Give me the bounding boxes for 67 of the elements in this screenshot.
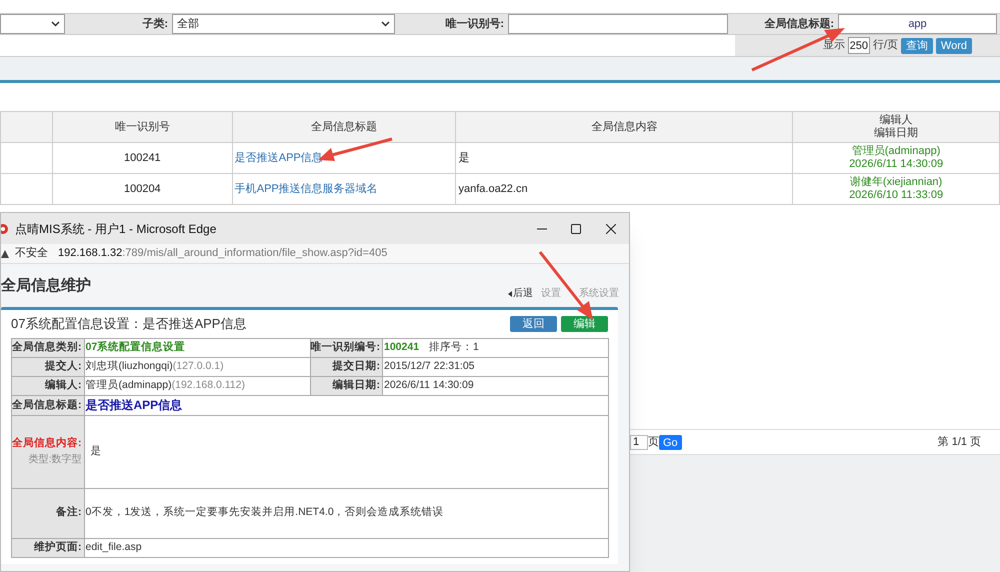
field-value: 刘忠琪(liuzhongqi) xyxy=(86,360,173,372)
field-label: 编辑人: xyxy=(45,379,82,392)
field-label: 提交人: xyxy=(45,360,82,372)
window-title: 点晴MIS系统 - 用户1 - Microsoft Edge xyxy=(15,220,216,238)
page-size-label: 行/页 xyxy=(872,38,898,54)
maximize-icon xyxy=(571,224,581,234)
page-size-label: 显示 xyxy=(822,38,845,54)
panel-title: 07系统配置信息设置：是否推送APP信息 xyxy=(11,315,246,334)
search-button[interactable]: Word xyxy=(936,38,972,54)
table-cell: 是 xyxy=(456,142,793,174)
page-size-input[interactable]: 250 xyxy=(848,37,870,54)
chevron-down-icon xyxy=(51,21,60,27)
field-value: 07系统配置信息设置 xyxy=(86,341,186,354)
input-field[interactable]: app xyxy=(838,14,997,34)
address-url[interactable]: 192.168.1.32:789/mis/all_around_information/file_show.asp?id=405 xyxy=(58,245,388,262)
table-cell xyxy=(0,142,52,174)
breadcrumb-link[interactable]: 系统设置 xyxy=(579,286,619,301)
page-summary: 第 1/1 页 xyxy=(938,434,982,450)
field-value: 100241 xyxy=(384,341,420,354)
column-header: 全局信息内容 xyxy=(456,112,793,142)
back-link[interactable]: 后退 xyxy=(508,286,533,301)
field-label: 备注: xyxy=(56,506,82,518)
field-value: edit_file.asp xyxy=(86,540,142,553)
select-field[interactable]: 全部 xyxy=(172,14,395,34)
field-label: 提交日期: xyxy=(332,360,380,372)
input-field[interactable] xyxy=(508,14,728,34)
back-button[interactable]: 返回 xyxy=(510,316,557,332)
select-field[interactable] xyxy=(0,14,65,34)
field-extra: (127.0.0.1) xyxy=(172,360,224,372)
column-header: 编辑人 编辑日期 xyxy=(792,112,1000,142)
close-icon xyxy=(606,224,616,234)
filter-label: 子类: xyxy=(141,16,169,32)
select-value: 全部 xyxy=(177,16,199,32)
warning-icon xyxy=(1,250,9,258)
field-value: 2026/6/11 14:30:09 xyxy=(384,379,474,392)
field-label: 维护页面: xyxy=(34,540,82,553)
go-button[interactable]: Go xyxy=(659,434,682,450)
title-link[interactable]: 是否推送APP信息 xyxy=(234,152,323,164)
edit-button[interactable]: 编辑 xyxy=(561,316,608,332)
field-label: 全局信息类别: xyxy=(12,341,82,354)
filter-label: 全局信息标题: xyxy=(763,16,835,32)
field-value: 管理员(adminapp) xyxy=(86,379,172,392)
chevron-down-icon xyxy=(381,21,390,27)
filter-label: 唯一识别号: xyxy=(444,16,505,32)
column-header: 唯一识别号 xyxy=(52,112,232,142)
field-value: 0不发，1发送，系统一定要事先安装并启用.NET4.0，否则会造成系统错误 xyxy=(86,506,444,518)
page-input[interactable]: 1 xyxy=(630,434,648,450)
search-button[interactable]: 查询 xyxy=(900,38,933,54)
table-cell: 管理员(adminapp) 2026/6/11 14:30:09 xyxy=(792,142,1000,174)
field-label: 全局信息内容: xyxy=(12,436,82,452)
page-heading: 全局信息维护 xyxy=(1,276,91,296)
security-label: 不安全 xyxy=(15,246,48,262)
field-label: 编辑日期: xyxy=(332,379,380,392)
header-cell xyxy=(0,112,52,142)
field-value: 2015/12/7 22:31:05 xyxy=(384,360,475,372)
page-label: 页 xyxy=(648,434,659,450)
field-label: 唯一识别编号: xyxy=(310,341,380,354)
field-value: 是否推送APP信息 xyxy=(86,398,182,412)
caret-left-icon xyxy=(508,290,512,296)
column-header: 全局信息标题 xyxy=(232,112,456,142)
table-cell: 100241 xyxy=(52,142,232,174)
field-extra: (192.168.0.112) xyxy=(172,379,245,392)
field-type-label: 类型:数字型 xyxy=(28,452,82,468)
field-value: 是 xyxy=(90,444,102,457)
field-extra: 排序号：1 xyxy=(429,341,479,354)
breadcrumb-link[interactable]: 设置 xyxy=(541,286,561,301)
field-label: 全局信息标题: xyxy=(12,398,82,410)
